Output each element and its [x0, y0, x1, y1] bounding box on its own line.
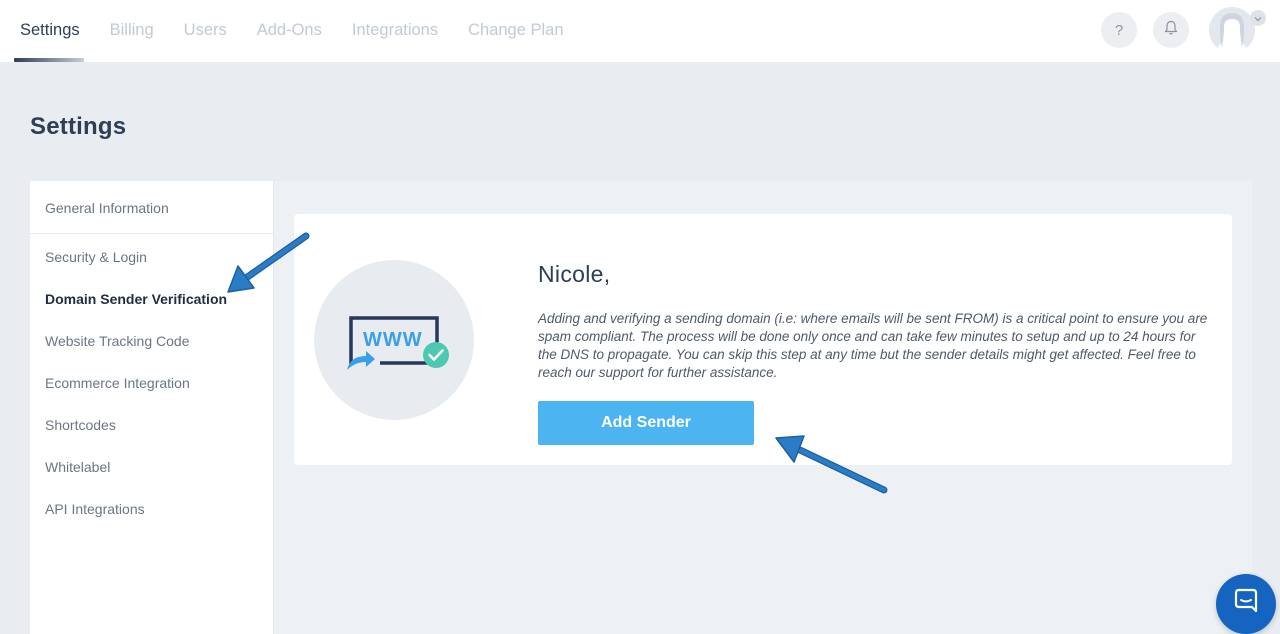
- tab-add-ons[interactable]: Add-Ons: [257, 0, 322, 62]
- domain-verification-description: Adding and verifying a sending domain (i…: [538, 311, 1208, 380]
- sidebar-item-domain-sender-verification[interactable]: Domain Sender Verification: [45, 291, 227, 307]
- question-icon: ?: [1114, 21, 1124, 39]
- sidebar-item-whitelabel[interactable]: Whitelabel: [45, 459, 110, 475]
- sidebar-item-shortcodes[interactable]: Shortcodes: [45, 417, 116, 433]
- help-button[interactable]: ?: [1101, 12, 1137, 48]
- sidebar-item-website-tracking-code[interactable]: Website Tracking Code: [45, 333, 189, 349]
- tab-users[interactable]: Users: [184, 0, 227, 62]
- main-panel: WWW Nicole, Adding and verifying a sendi…: [274, 181, 1252, 634]
- user-avatar[interactable]: [1209, 7, 1255, 53]
- page-title: Settings: [30, 113, 127, 140]
- tab-integrations[interactable]: Integrations: [352, 0, 438, 62]
- top-navigation: Settings Billing Users Add-Ons Integrati…: [0, 0, 1280, 62]
- www-text: WWW: [363, 329, 423, 351]
- chat-widget-button[interactable]: [1216, 574, 1276, 634]
- tab-change-plan[interactable]: Change Plan: [468, 0, 563, 62]
- settings-sidebar: General Information Security & Login Dom…: [30, 181, 274, 634]
- tab-billing[interactable]: Billing: [110, 0, 154, 62]
- sidebar-item-general-information[interactable]: General Information: [45, 200, 169, 216]
- tab-settings[interactable]: Settings: [20, 0, 80, 62]
- notifications-button[interactable]: [1153, 12, 1189, 48]
- greeting-heading: Nicole,: [538, 261, 611, 287]
- sidebar-item-api-integrations[interactable]: API Integrations: [45, 501, 145, 517]
- chevron-down-icon: [1254, 9, 1262, 27]
- account-menu-toggle[interactable]: [1250, 10, 1266, 26]
- chat-bubble-icon: [1231, 587, 1261, 622]
- domain-verification-card: WWW Nicole, Adding and verifying a sendi…: [294, 214, 1232, 465]
- sidebar-item-ecommerce-integration[interactable]: Ecommerce Integration: [45, 375, 190, 391]
- sidebar-item-security-login[interactable]: Security & Login: [45, 249, 147, 265]
- bell-icon: [1164, 20, 1178, 40]
- user-avatar-icon: [1209, 7, 1255, 53]
- active-tab-indicator: [14, 58, 84, 62]
- add-sender-button[interactable]: Add Sender: [538, 401, 754, 445]
- www-domain-verified-icon: WWW: [314, 260, 474, 420]
- sidebar-divider: [30, 233, 273, 234]
- top-tabs: Settings Billing Users Add-Ons Integrati…: [0, 0, 594, 62]
